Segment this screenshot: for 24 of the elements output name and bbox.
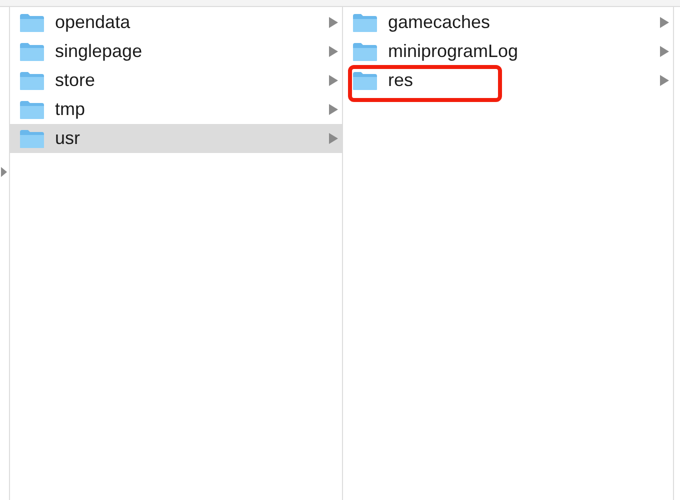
folder-icon [19, 128, 45, 148]
folder-name: singlepage [55, 41, 144, 62]
folder-name: gamecaches [388, 12, 492, 33]
folder-item[interactable]: miniprogramLog [343, 37, 673, 66]
folder-icon [19, 100, 45, 120]
folder-name: miniprogramLog [388, 41, 520, 62]
folder-item[interactable]: usr [10, 124, 342, 153]
folder-item[interactable]: opendata [10, 8, 342, 37]
folder-name: opendata [55, 12, 132, 33]
folder-icon [19, 70, 45, 90]
folder-item[interactable]: res [343, 66, 673, 95]
folder-item[interactable]: tmp [10, 95, 342, 124]
folder-name: store [55, 70, 96, 91]
folder-icon [19, 12, 45, 32]
folder-icon [352, 70, 378, 90]
folder-icon [352, 42, 378, 62]
folder-name: res [388, 70, 414, 91]
folder-item[interactable]: gamecaches [343, 8, 673, 37]
folder-icon [19, 42, 45, 62]
folder-icon [352, 12, 378, 32]
folder-item[interactable]: store [10, 66, 342, 95]
folder-name: tmp [55, 99, 86, 120]
folder-name: usr [55, 128, 82, 149]
folder-item[interactable]: singlepage [10, 37, 342, 66]
